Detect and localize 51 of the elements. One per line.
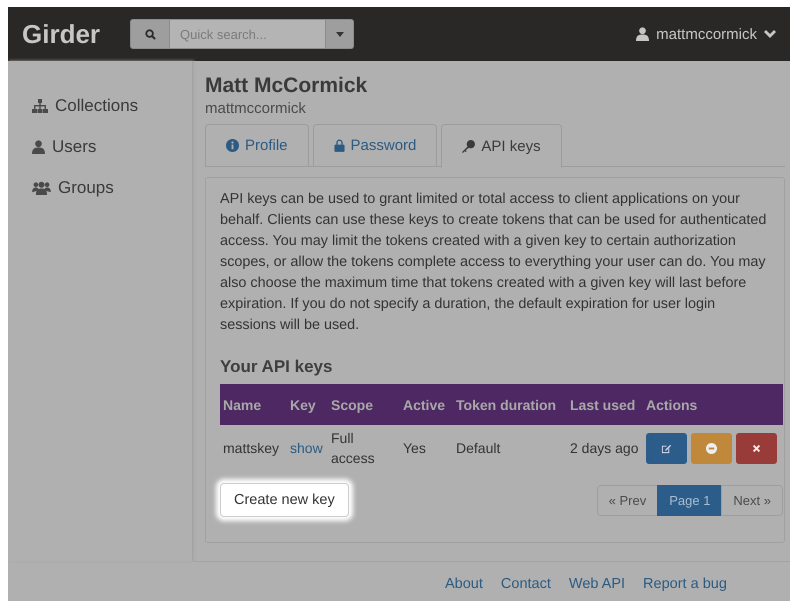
column-header: Name [220, 384, 287, 425]
column-header: Last used [567, 384, 643, 425]
table-cell: Full access [328, 425, 400, 471]
footer-link[interactable]: Web API [568, 576, 626, 601]
user-menu[interactable]: mattmccormick [636, 26, 776, 42]
search-field[interactable]: Quick search... [170, 19, 326, 49]
chevron-down-icon [764, 30, 776, 38]
close-icon [752, 444, 761, 452]
tab[interactable]: Password [312, 124, 438, 167]
search-icon [144, 28, 156, 40]
sidebar-item[interactable]: Users [8, 126, 192, 167]
sidebar-item[interactable]: Collections [8, 85, 192, 126]
group-icon [32, 180, 51, 194]
table-cell: Default [453, 425, 567, 471]
caret-icon [336, 32, 344, 36]
table-cell: Yes [400, 425, 453, 471]
user-icon [32, 140, 45, 154]
username-text: mattmccormick [205, 99, 306, 119]
user-icon [636, 27, 650, 41]
section-heading: Your API keys [220, 356, 332, 378]
table-cell: mattskey [220, 425, 287, 471]
column-header: Token duration [453, 384, 567, 425]
sitemap-icon [32, 98, 48, 112]
footer-link[interactable]: About [445, 576, 483, 601]
page-button[interactable]: Next » [721, 484, 783, 516]
footer-link[interactable]: Report a bug [643, 576, 727, 601]
page-button[interactable]: « Prev [596, 484, 658, 516]
info-icon [226, 139, 239, 152]
edit-button[interactable] [646, 432, 687, 464]
tab[interactable]: Profile [205, 124, 309, 167]
column-header: Active [400, 384, 453, 425]
deactivate-button[interactable] [691, 432, 732, 464]
tab[interactable]: API keys [441, 124, 562, 168]
column-header: Key [287, 384, 328, 425]
key-icon [462, 140, 476, 152]
column-header: Actions [643, 384, 783, 425]
minus-circle-icon [706, 442, 717, 454]
sidebar-item[interactable]: Groups [8, 167, 192, 208]
show-key-link[interactable]: show [290, 440, 323, 456]
logo-text[interactable]: Girder [22, 18, 100, 50]
user-full-name: Matt McCormick [205, 73, 368, 99]
edit-icon [661, 442, 672, 454]
create-key-button[interactable]: Create new key [220, 483, 349, 517]
table-cell: 2 days ago [567, 425, 643, 471]
search-dropdown-button[interactable] [326, 19, 354, 49]
description-text: API keys can be used to grant limited or total access to client applications on your behalf. Clients can use these keys to create tokens that can be used for authenticated access. You may limit the tokens created with a given key to certain authorization scopes, or allow the tokens complete access to everything your user can do. You may also choose the maximum time that tokens created with a given key will last before expiration. If you do not specify a duration, the default expiration for user login sessions will be used. [220, 190, 768, 335]
footer-link[interactable]: Contact [500, 576, 551, 601]
column-header: Scope [328, 384, 400, 425]
page-button[interactable]: Page 1 [657, 484, 722, 516]
delete-button[interactable] [736, 432, 777, 464]
lock-icon [334, 139, 345, 152]
